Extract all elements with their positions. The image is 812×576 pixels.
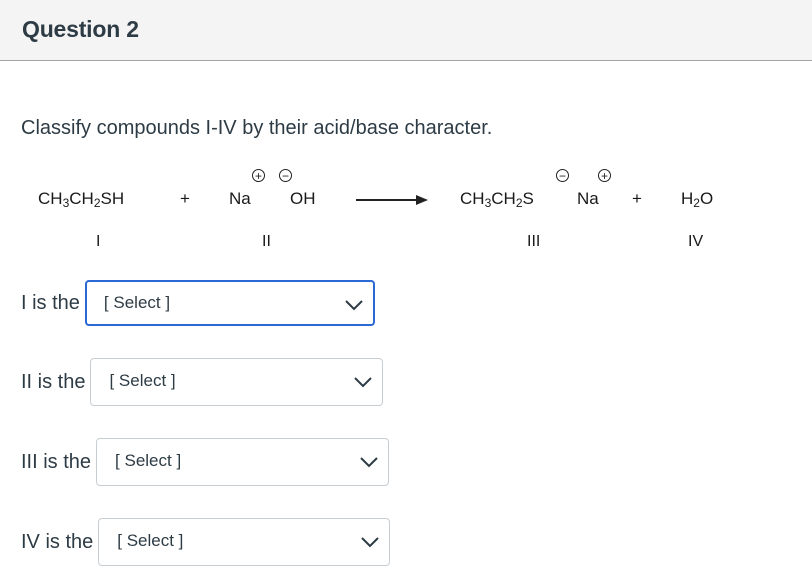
question-header: Question 2 (0, 0, 812, 61)
compound-ii-cation: Na (229, 189, 251, 208)
negative-charge-icon: − (556, 169, 569, 182)
compound-iv-formula: H2O (681, 189, 714, 210)
compound-i-formula: CH3CH2SH (38, 189, 125, 210)
compound-ii-label: II (262, 233, 271, 250)
compound-iii-select[interactable]: [ Select ] (96, 438, 390, 486)
reaction-arrow-icon (356, 195, 428, 205)
chevron-down-icon (361, 537, 379, 548)
row-label: I is the (21, 291, 80, 314)
select-value: [ Select ] (115, 451, 182, 470)
question-row-i: I is the [ Select ] (21, 280, 375, 326)
positive-charge-icon: + (598, 169, 611, 182)
chevron-down-icon (354, 377, 373, 388)
question-row-iii: III is the [ Select ] (21, 438, 390, 486)
select-value: [ Select ] (117, 531, 184, 550)
compound-ii-select[interactable]: [ Select ] (90, 358, 384, 406)
select-value: [ Select ] (103, 293, 171, 312)
plus-sign: + (632, 189, 642, 208)
chevron-down-icon (345, 300, 363, 311)
row-label: II is the (21, 370, 86, 393)
row-label: III is the (21, 450, 92, 473)
positive-charge-icon: + (252, 169, 265, 182)
compound-ii-anion: OH (290, 189, 316, 208)
compound-iii-label: III (527, 233, 541, 250)
compound-iii-formula: CH3CH2S (460, 189, 534, 210)
question-title: Question 2 (22, 16, 139, 42)
compound-iv-select[interactable]: [ Select ] (98, 518, 391, 566)
question-row-iv: IV is the [ Select ] (21, 518, 391, 566)
compound-i-label: I (96, 233, 101, 250)
compound-iii-counterion: Na (577, 189, 599, 208)
select-value: [ Select ] (109, 371, 176, 390)
question-prompt: Classify compounds I-IV by their acid/ba… (21, 117, 493, 139)
plus-sign: + (180, 189, 190, 208)
chevron-down-icon (360, 457, 378, 468)
question-row-ii: II is the [ Select ] (21, 358, 384, 406)
negative-charge-icon: − (279, 169, 292, 182)
compound-iv-label: IV (688, 233, 704, 250)
row-label: IV is the (21, 530, 94, 553)
compound-i-select[interactable]: [ Select ] (84, 280, 375, 326)
